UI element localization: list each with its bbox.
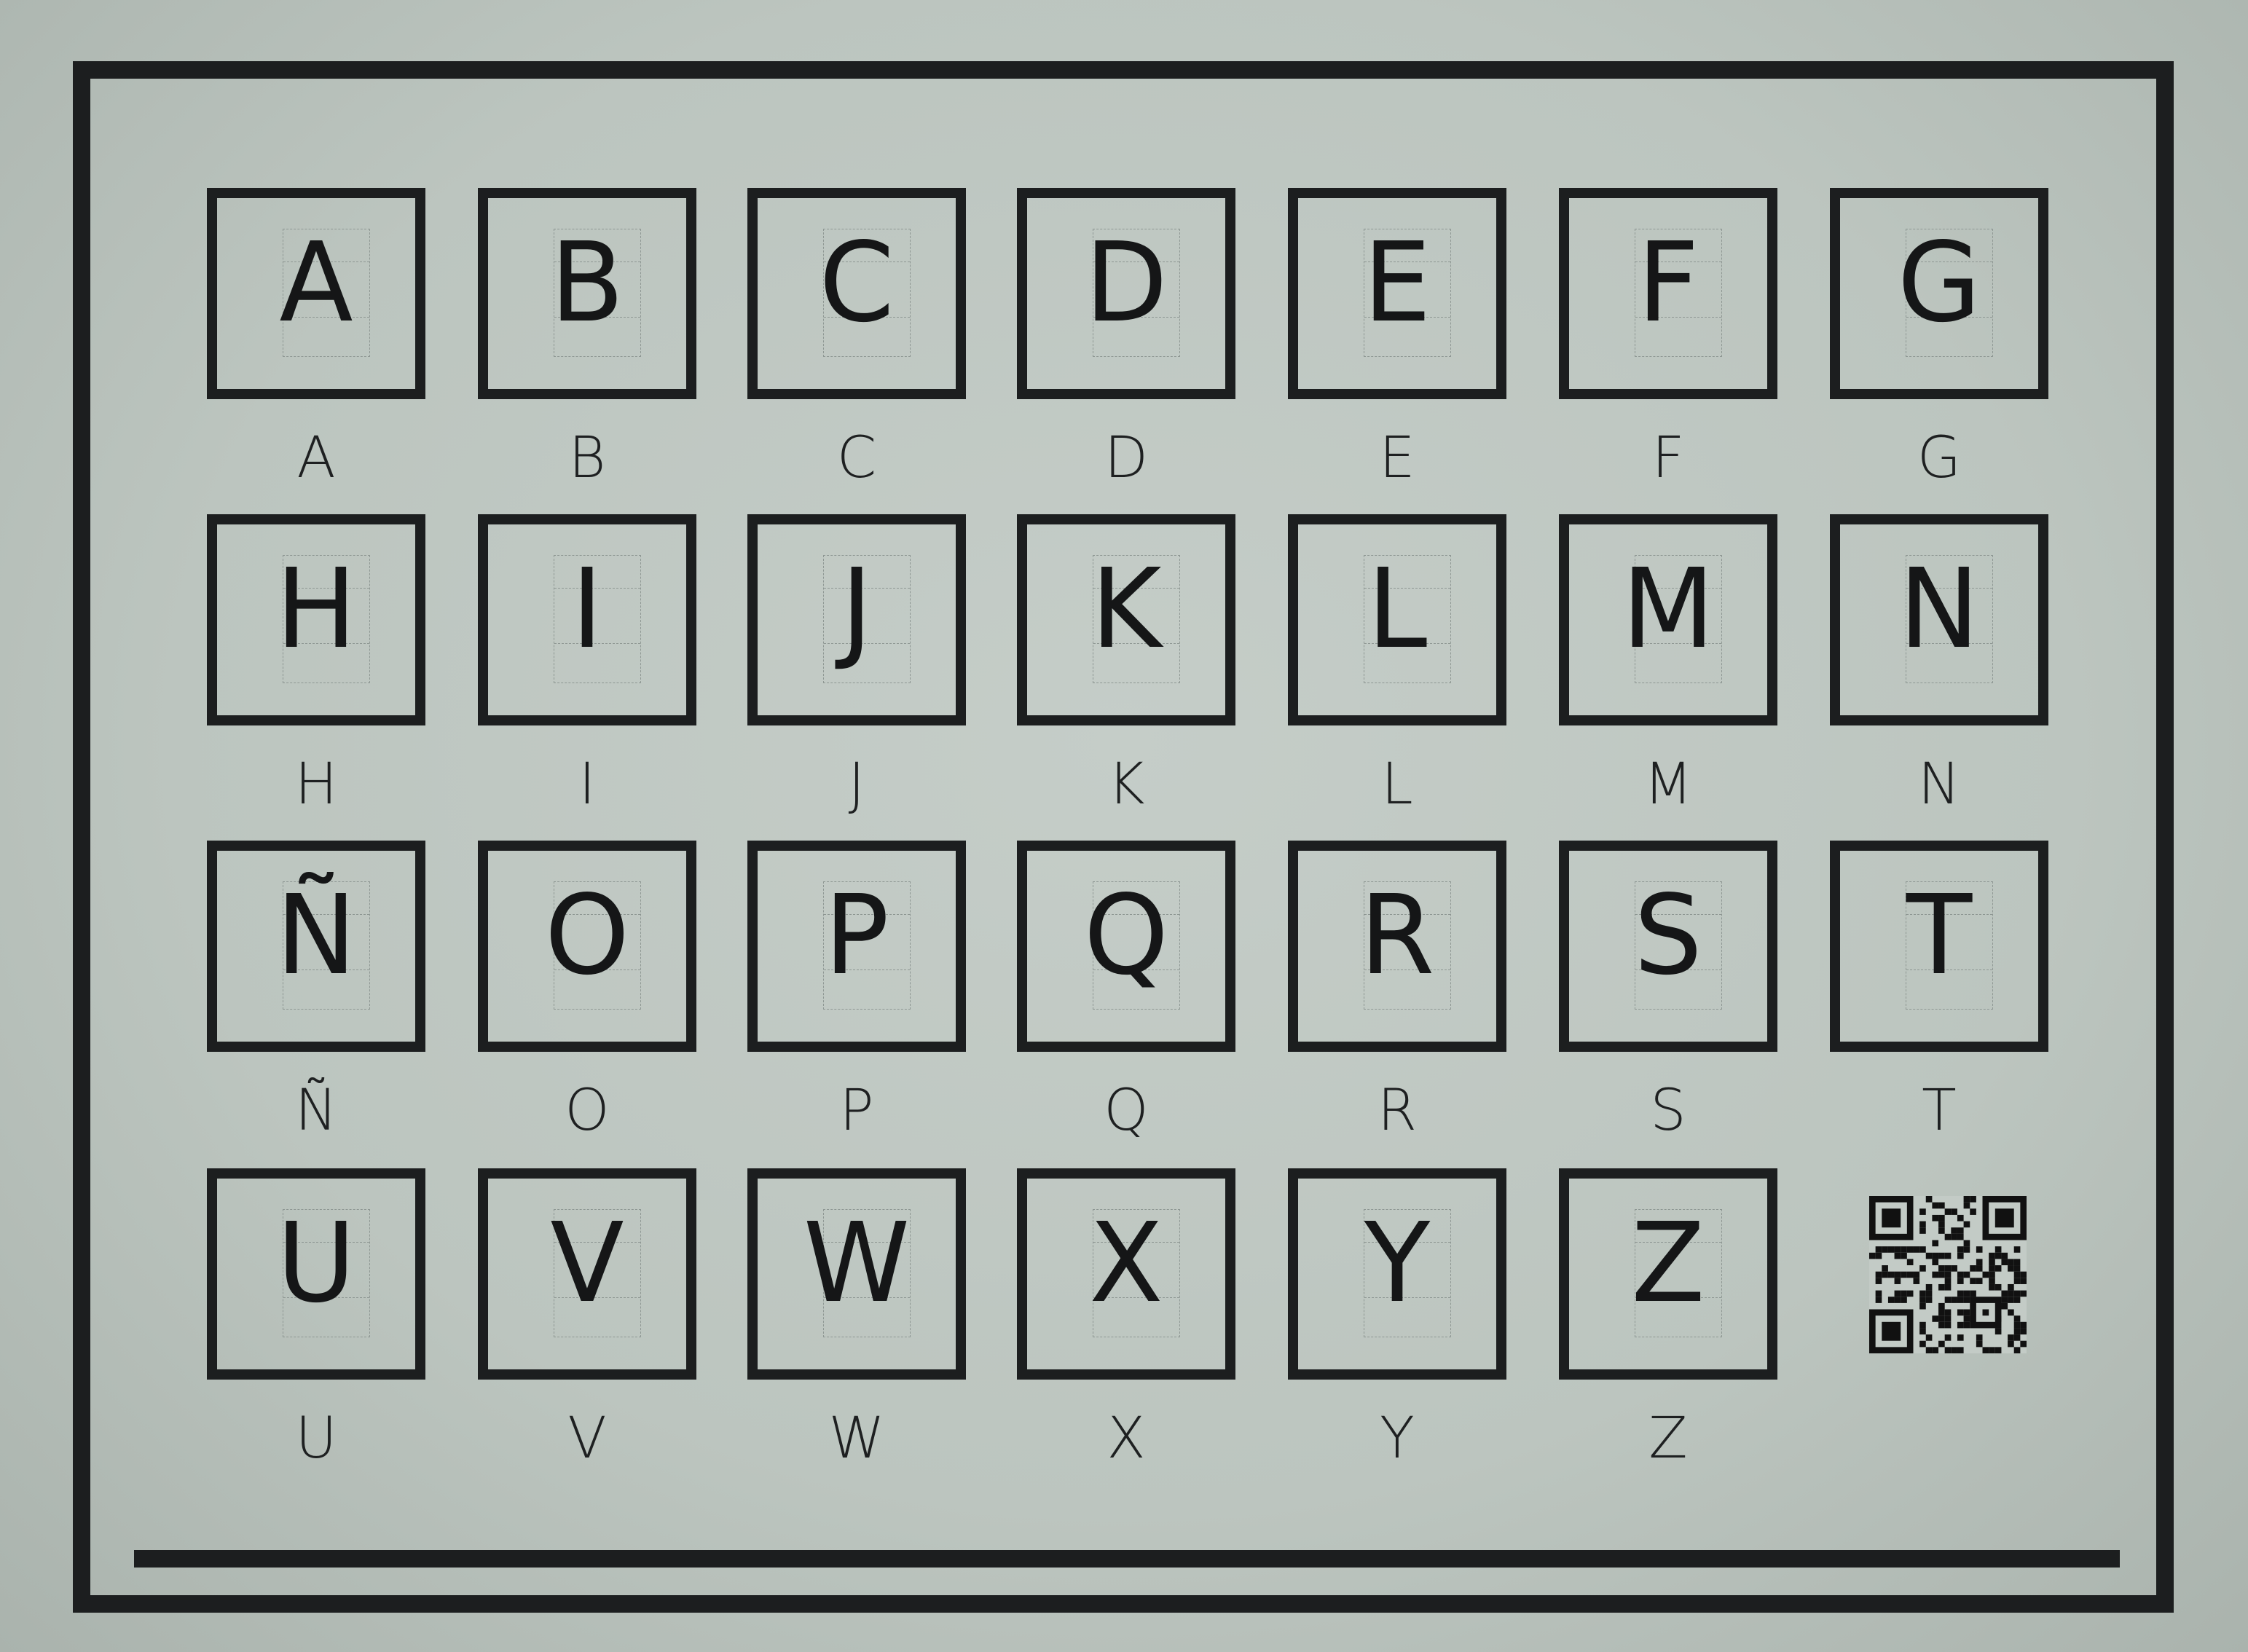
letter-box: Z <box>1559 1168 1777 1380</box>
handwritten-letter: F <box>1637 219 1699 347</box>
letter-caption: N <box>1917 752 1961 817</box>
letter-box: U <box>207 1168 425 1380</box>
letter-caption: S <box>1650 1078 1686 1144</box>
handwritten-letter: A <box>279 219 353 347</box>
handwritten-letter: M <box>1622 545 1715 673</box>
handwritten-letter: R <box>1359 871 1435 999</box>
letter-box: E <box>1288 188 1506 399</box>
letter-caption: X <box>1107 1406 1146 1471</box>
qr-code <box>1869 1196 2027 1353</box>
handwritten-letter: L <box>1367 545 1428 673</box>
handwritten-letter: I <box>571 545 603 673</box>
letter-caption: J <box>848 752 865 817</box>
letter-box: B <box>478 188 696 399</box>
letter-box: L <box>1288 514 1506 725</box>
letter-caption: G <box>1917 425 1962 491</box>
letter-caption: A <box>296 425 336 491</box>
letter-caption: K <box>1107 752 1145 817</box>
letter-box: C <box>747 188 966 399</box>
letter-caption: Ñ <box>294 1078 338 1144</box>
letter-box: Q <box>1017 841 1235 1052</box>
handwritten-letter: V <box>550 1199 624 1327</box>
letter-box: Ñ <box>207 841 425 1052</box>
letter-caption: Q <box>1104 1078 1149 1144</box>
handwritten-letter: E <box>1363 219 1431 347</box>
letter-box: A <box>207 188 425 399</box>
handwritten-letter: O <box>544 871 630 999</box>
letter-caption: R <box>1377 1078 1418 1144</box>
handwritten-letter: D <box>1085 219 1168 347</box>
handwritten-letter: C <box>819 219 895 347</box>
handwritten-letter: H <box>275 545 357 673</box>
letter-box: Y <box>1288 1168 1506 1380</box>
letter-caption: U <box>295 1406 337 1471</box>
handwritten-letter: U <box>276 1199 356 1327</box>
handwritten-letter: T <box>1906 871 1973 999</box>
letter-caption: H <box>294 752 338 817</box>
letter-box: N <box>1830 514 2048 725</box>
letter-caption: M <box>1643 752 1693 817</box>
letter-box: F <box>1559 188 1777 399</box>
handwritten-letter: Y <box>1364 1199 1431 1327</box>
letter-caption: I <box>578 752 596 817</box>
letter-box: J <box>747 514 966 725</box>
letter-box: K <box>1017 514 1235 725</box>
letter-box: M <box>1559 514 1777 725</box>
handwritten-letter: P <box>824 871 889 999</box>
handwritten-letter: S <box>1634 871 1702 999</box>
letter-grid: A A B B C C D D E E F F G G H H I I J J K K L L M M N N Ñ Ñ O O P P Q Q R R S S… <box>0 0 2248 1652</box>
handwritten-letter: Q <box>1083 871 1169 999</box>
letter-box: X <box>1017 1168 1235 1380</box>
handwritten-letter: K <box>1090 545 1162 673</box>
handwritten-letter: W <box>803 1199 911 1327</box>
handwritten-letter: B <box>550 219 624 347</box>
letter-caption: L <box>1381 752 1413 817</box>
handwritten-letter: Z <box>1631 1199 1705 1327</box>
letter-box: V <box>478 1168 696 1380</box>
letter-box: S <box>1559 841 1777 1052</box>
letter-box: W <box>747 1168 966 1380</box>
letter-caption: C <box>836 425 877 491</box>
letter-caption: Y <box>1380 1406 1415 1471</box>
letter-caption: O <box>565 1078 610 1144</box>
letter-caption: P <box>839 1078 874 1144</box>
handwritten-letter: X <box>1089 1199 1163 1327</box>
letter-box: D <box>1017 188 1235 399</box>
letter-caption: Z <box>1648 1406 1688 1471</box>
letter-caption: T <box>1922 1078 1957 1144</box>
letter-box: O <box>478 841 696 1052</box>
letter-box: I <box>478 514 696 725</box>
letter-box: T <box>1830 841 2048 1052</box>
letter-caption: F <box>1651 425 1685 491</box>
letter-caption: E <box>1379 425 1415 491</box>
letter-box: P <box>747 841 966 1052</box>
letter-box: G <box>1830 188 2048 399</box>
letter-box: H <box>207 514 425 725</box>
letter-caption: W <box>828 1406 885 1471</box>
handwritten-letter: G <box>1897 219 1981 347</box>
handwritten-letter: Ñ <box>275 871 357 999</box>
letter-caption: V <box>567 1406 607 1471</box>
handwritten-letter: J <box>841 545 873 673</box>
handwritten-letter: N <box>1898 545 1980 673</box>
letter-box: R <box>1288 841 1506 1052</box>
letter-caption: D <box>1104 425 1149 491</box>
letter-caption: B <box>568 425 606 491</box>
